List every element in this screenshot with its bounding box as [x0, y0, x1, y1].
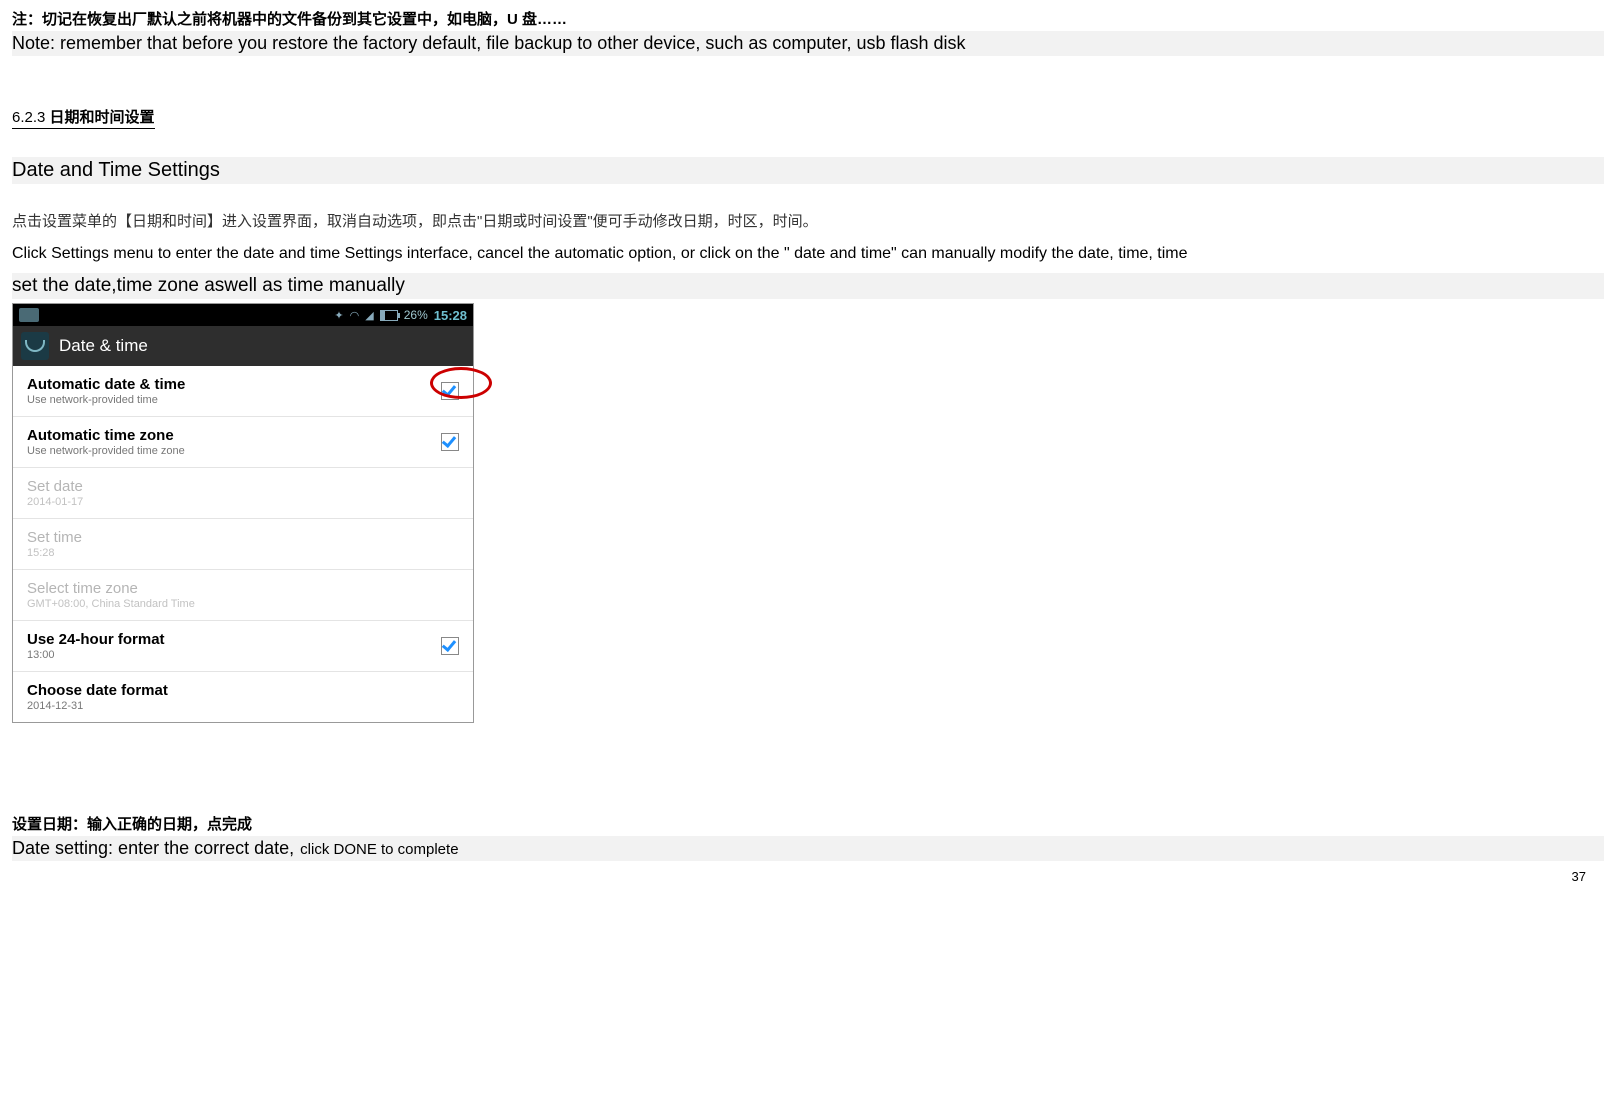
date-setting-en: Date setting: enter the correct date, cl…: [12, 836, 1604, 861]
row-label: Choose date format: [27, 682, 168, 699]
row-label: Set date: [27, 478, 83, 495]
status-bar: ✦ ◠ ◢ 26% 15:28: [13, 304, 473, 326]
row-sublabel: 2014-12-31: [27, 700, 168, 712]
paragraph-en-line2: set the date,time zone aswell as time ma…: [12, 273, 1604, 299]
row-sublabel: Use network-provided time: [27, 394, 185, 406]
row-label: Automatic time zone: [27, 427, 185, 444]
checkbox-24-hour[interactable]: [441, 637, 459, 655]
row-label: Automatic date & time: [27, 376, 185, 393]
row-sublabel: Use network-provided time zone: [27, 445, 185, 457]
settings-date-icon: [21, 332, 49, 360]
row-label: Set time: [27, 529, 82, 546]
bluetooth-icon: ✦: [334, 309, 343, 322]
wifi-icon: ◠: [350, 309, 360, 322]
title-bar: Date & time: [13, 326, 473, 366]
statusbar-app-icon: [19, 308, 39, 322]
checkbox-auto-time-zone[interactable]: [441, 433, 459, 451]
row-label: Use 24-hour format: [27, 631, 165, 648]
date-setting-cn: 设置日期：输入正确的日期，点完成: [12, 813, 1604, 834]
row-sublabel: 2014-01-17: [27, 496, 83, 508]
date-setting-en-part2: click DONE to complete: [300, 841, 458, 858]
section-title-en: Date and Time Settings: [12, 157, 1604, 184]
phone-screenshot-wrapper: ✦ ◠ ◢ 26% 15:28 Date & time Automatic da…: [12, 303, 474, 813]
row-auto-date-time[interactable]: Automatic date & time Use network-provid…: [13, 366, 473, 417]
note-chinese: 注：切记在恢复出厂默认之前将机器中的文件备份到其它设置中，如电脑，U 盘……: [12, 8, 1604, 29]
phone-screenshot: ✦ ◠ ◢ 26% 15:28 Date & time Automatic da…: [12, 303, 474, 723]
row-sublabel: 15:28: [27, 547, 82, 559]
section-title-cn: 日期和时间设置: [50, 109, 155, 126]
battery-icon: [380, 310, 398, 321]
battery-percent: 26%: [404, 308, 428, 322]
row-select-time-zone: Select time zone GMT+08:00, China Standa…: [13, 570, 473, 621]
title-bar-text: Date & time: [59, 336, 148, 356]
row-24-hour-format[interactable]: Use 24-hour format 13:00: [13, 621, 473, 672]
signal-icon: ◢: [365, 309, 373, 322]
row-set-date: Set date 2014-01-17: [13, 468, 473, 519]
paragraph-cn: 点击设置菜单的【日期和时间】进入设置界面，取消自动选项，即点击"日期或时间设置"…: [12, 210, 1604, 231]
statusbar-right: ✦ ◠ ◢ 26% 15:28: [334, 308, 467, 323]
statusbar-time: 15:28: [434, 308, 467, 323]
row-sublabel: GMT+08:00, China Standard Time: [27, 598, 195, 610]
date-setting-en-part1: Date setting: enter the correct date,: [12, 838, 294, 859]
section-heading: 6.2.3 日期和时间设置: [12, 106, 1604, 155]
page-number: 37: [12, 861, 1604, 888]
checkbox-auto-date-time[interactable]: [441, 382, 459, 400]
row-choose-date-format[interactable]: Choose date format 2014-12-31: [13, 672, 473, 722]
note-english: Note: remember that before you restore t…: [12, 31, 1604, 56]
row-auto-time-zone[interactable]: Automatic time zone Use network-provided…: [13, 417, 473, 468]
row-label: Select time zone: [27, 580, 195, 597]
row-set-time: Set time 15:28: [13, 519, 473, 570]
section-number: 6.2.3: [12, 109, 45, 126]
paragraph-en-line1: Click Settings menu to enter the date an…: [12, 245, 1604, 263]
row-sublabel: 13:00: [27, 649, 165, 661]
